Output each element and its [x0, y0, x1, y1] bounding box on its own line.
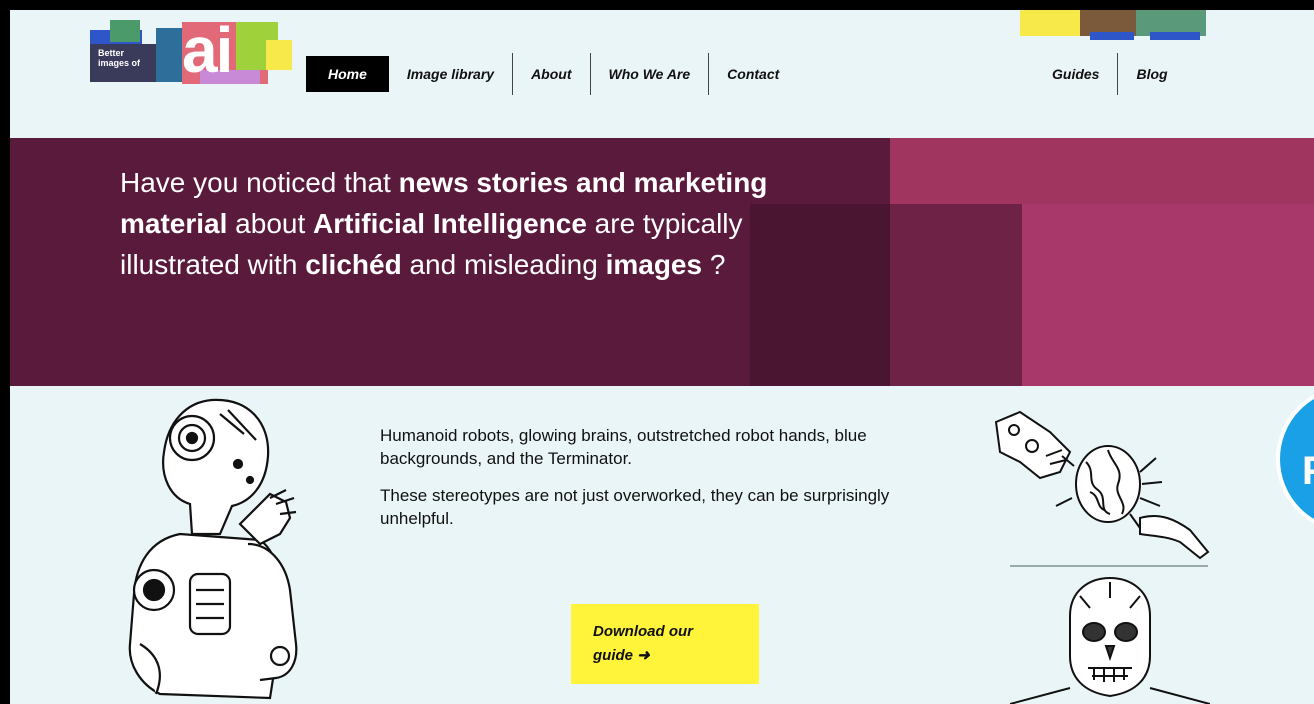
logo-line-2: images of	[98, 58, 141, 68]
nav-home[interactable]: Home	[306, 56, 389, 92]
intro-paragraph-1: Humanoid robots, glowing brains, outstre…	[380, 426, 867, 468]
download-guide-button[interactable]: Download our guide ➜	[571, 604, 759, 684]
hero-banner: Have you noticed that news stories and m…	[10, 138, 1314, 386]
download-guide-label-line-1: Download our	[593, 623, 693, 640]
hero-text-segment: Have you noticed that	[120, 167, 399, 198]
terminator-skull-illustration	[1010, 576, 1210, 704]
main-nav: Home Image library About Who We Are Cont…	[306, 53, 797, 95]
hero-text-bold: images	[605, 249, 703, 280]
logo-ai-mark: ai	[182, 14, 233, 86]
page: Better images of ai Home Image library A…	[10, 10, 1314, 704]
hero-block	[1022, 204, 1314, 386]
hero-text-bold: clichéd	[305, 249, 402, 280]
intro-copy: Humanoid robots, glowing brains, outstre…	[380, 424, 950, 544]
badge-text-line-2: F	[1302, 449, 1314, 494]
nav-contact[interactable]: Contact	[709, 56, 797, 92]
site-logo[interactable]: Better images of ai	[90, 14, 300, 100]
intro-paragraph-2: These stereotypes are not just overworke…	[380, 486, 890, 528]
robot-hand-brain-illustration	[994, 410, 1210, 560]
nav-who-we-are[interactable]: Who We Are	[591, 56, 709, 92]
download-guide-label-line-2: guide ➜	[593, 647, 650, 664]
hero-text-segment: and misleading	[401, 249, 606, 280]
feature-badge[interactable]: V F	[1276, 385, 1314, 533]
hero-headline: Have you noticed that news stories and m…	[120, 162, 820, 285]
secondary-nav: Guides Blog	[1034, 53, 1186, 95]
logo-line-1: Better	[98, 48, 125, 58]
logo-block	[110, 20, 140, 42]
hero-block	[890, 204, 1022, 386]
hero-text-segment: ?	[702, 249, 726, 280]
decor-strip	[1020, 10, 1080, 36]
illustration-divider	[1010, 565, 1208, 567]
logo-wordmark: Better images of	[98, 48, 140, 68]
nav-blog[interactable]: Blog	[1118, 56, 1185, 92]
nav-image-library[interactable]: Image library	[389, 56, 512, 92]
nav-about[interactable]: About	[513, 56, 589, 92]
logo-block	[266, 40, 292, 70]
thinking-robot-illustration	[128, 398, 298, 700]
nav-guides[interactable]: Guides	[1034, 56, 1117, 92]
hero-text-segment: about	[227, 208, 314, 239]
hero-text-bold: Artificial Intelligence	[313, 208, 587, 239]
decor-strip	[1090, 32, 1134, 40]
decor-strip	[1150, 32, 1200, 40]
